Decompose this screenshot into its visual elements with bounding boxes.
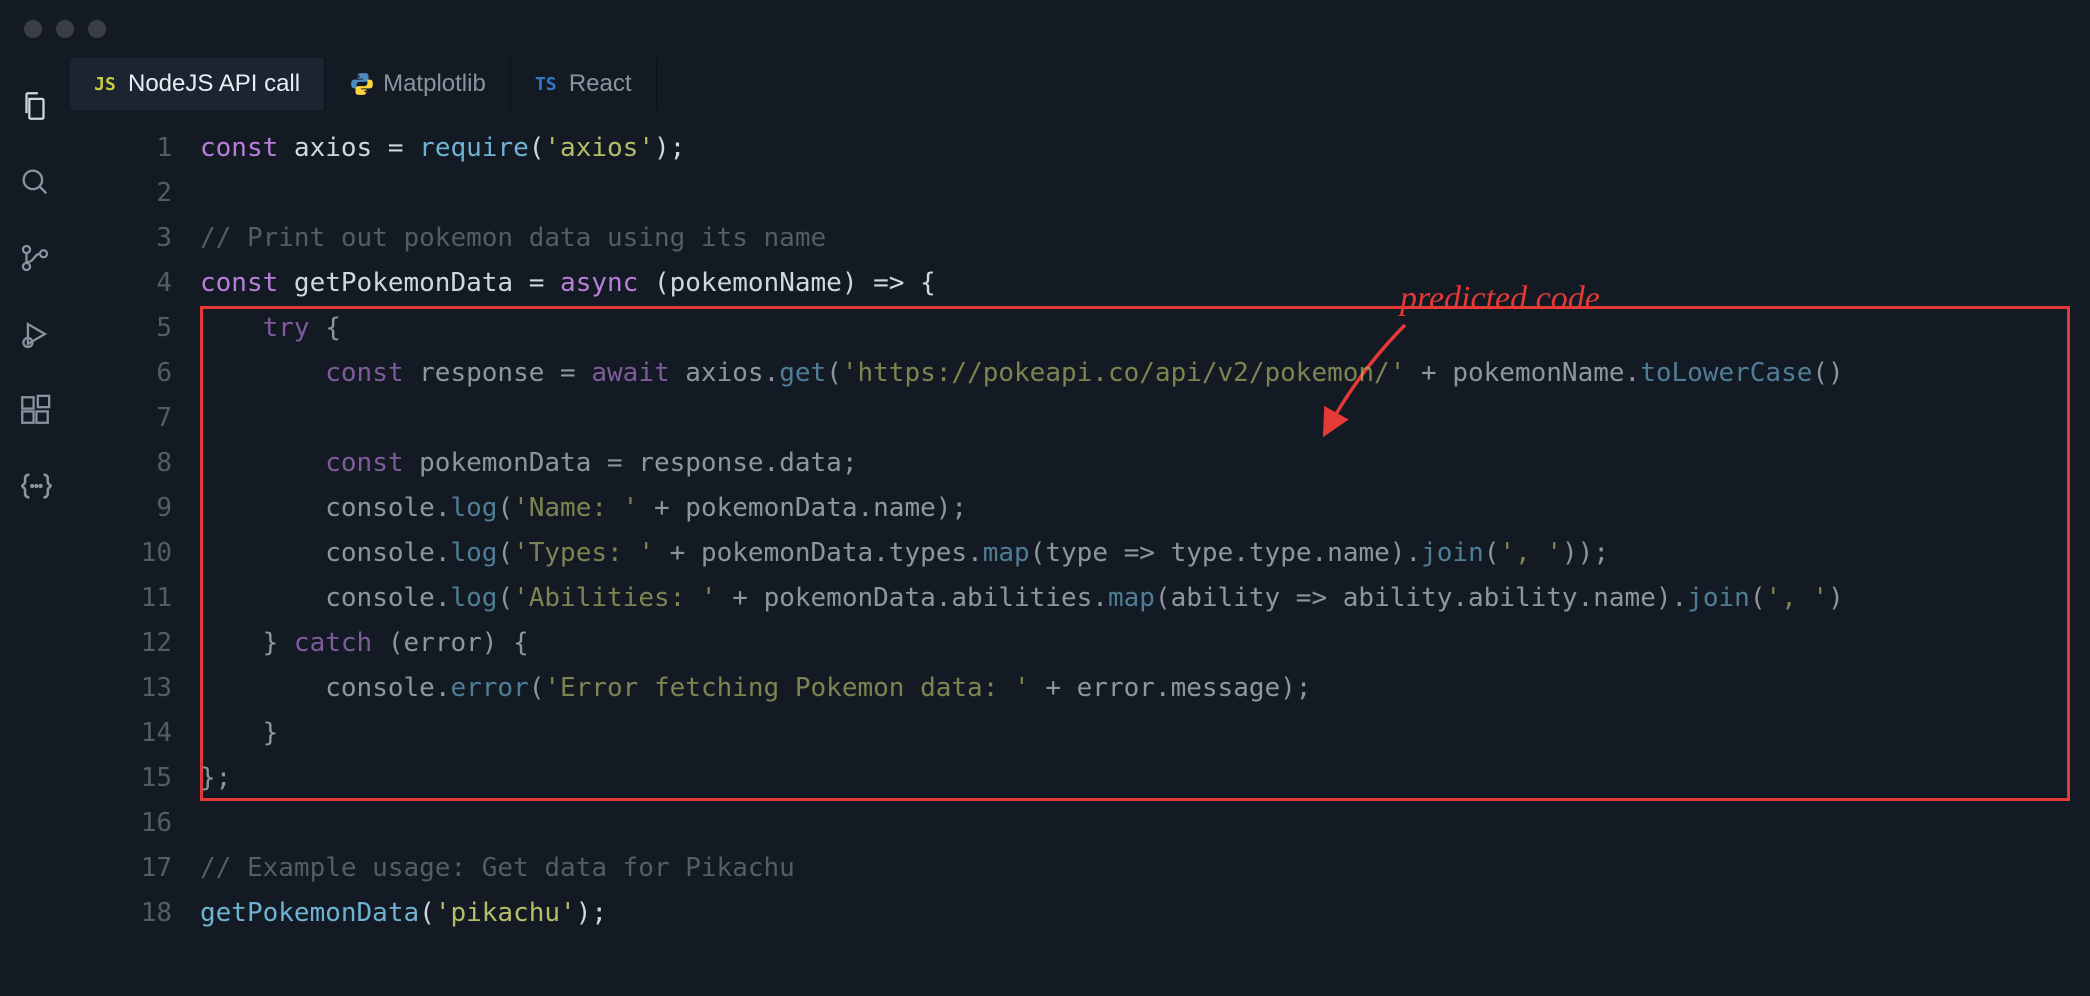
line-content[interactable] [200,801,2090,846]
line-number: 14 [70,711,200,756]
js-file-icon: JS [94,74,116,95]
line-number: 2 [70,171,200,216]
line-number: 9 [70,486,200,531]
line-number: 10 [70,531,200,576]
explorer-icon[interactable] [17,88,53,124]
line-content[interactable]: getPokemonData('pikachu'); [200,891,2090,936]
line-number: 7 [70,396,200,441]
code-line[interactable]: 13 console.error('Error fetching Pokemon… [70,666,2090,711]
line-number: 17 [70,846,200,891]
code-line[interactable]: 12 } catch (error) { [70,621,2090,666]
code-line[interactable]: 11 console.log('Abilities: ' + pokemonDa… [70,576,2090,621]
tab-label: NodeJS API call [128,70,300,98]
line-content[interactable]: try { [200,306,2090,351]
py-file-icon [349,71,371,97]
line-content[interactable]: // Example usage: Get data for Pikachu [200,846,2090,891]
line-content[interactable]: console.log('Abilities: ' + pokemonData.… [200,576,2090,621]
tab-react[interactable]: TS React [511,58,657,110]
line-number: 15 [70,756,200,801]
code-line[interactable]: 9 console.log('Name: ' + pokemonData.nam… [70,486,2090,531]
code-line[interactable]: 14 } [70,711,2090,756]
code-line[interactable]: 2 [70,171,2090,216]
code-line[interactable]: 8 const pokemonData = response.data; [70,441,2090,486]
line-number: 1 [70,126,200,171]
line-content[interactable]: } [200,711,2090,756]
code-line[interactable]: 17// Example usage: Get data for Pikachu [70,846,2090,891]
search-icon[interactable] [17,164,53,200]
window-zoom-button[interactable] [88,20,106,38]
code-line[interactable]: 4const getPokemonData = async (pokemonNa… [70,261,2090,306]
code-editor[interactable]: predicted code 1const axios = require('a… [70,110,2090,996]
line-content[interactable]: }; [200,756,2090,801]
code-line[interactable]: 10 console.log('Types: ' + pokemonData.t… [70,531,2090,576]
line-number: 12 [70,621,200,666]
tab-label: React [569,70,632,98]
line-number: 3 [70,216,200,261]
line-content[interactable]: const getPokemonData = async (pokemonNam… [200,261,2090,306]
window-close-button[interactable] [24,20,42,38]
code-line[interactable]: 1const axios = require('axios'); [70,126,2090,171]
line-number: 4 [70,261,200,306]
tab-nodejs-api-call[interactable]: JS NodeJS API call [70,58,325,110]
line-content[interactable] [200,396,2090,441]
line-content[interactable]: console.log('Name: ' + pokemonData.name)… [200,486,2090,531]
line-content[interactable]: const axios = require('axios'); [200,126,2090,171]
line-number: 5 [70,306,200,351]
body-area: JS NodeJS API call Matplotlib TS React predi… [0,58,2090,996]
code-line[interactable]: 7 [70,396,2090,441]
line-content[interactable]: console.error('Error fetching Pokemon da… [200,666,2090,711]
json-view-icon[interactable] [17,468,53,504]
titlebar [0,0,2090,58]
run-debug-icon[interactable] [17,316,53,352]
editor-area: JS NodeJS API call Matplotlib TS React predi… [70,58,2090,996]
source-control-icon[interactable] [17,240,53,276]
extensions-icon[interactable] [17,392,53,428]
code-line[interactable]: 5 try { [70,306,2090,351]
line-content[interactable]: const pokemonData = response.data; [200,441,2090,486]
window-minimize-button[interactable] [56,20,74,38]
code-line[interactable]: 3// Print out pokemon data using its nam… [70,216,2090,261]
ts-file-icon: TS [535,74,557,95]
line-number: 8 [70,441,200,486]
code-line[interactable]: 15}; [70,756,2090,801]
line-number: 18 [70,891,200,936]
activity-bar [0,58,70,996]
line-content[interactable]: } catch (error) { [200,621,2090,666]
line-content[interactable]: // Print out pokemon data using its name [200,216,2090,261]
line-number: 6 [70,351,200,396]
editor-window: JS NodeJS API call Matplotlib TS React predi… [0,0,2090,996]
tab-matplotlib[interactable]: Matplotlib [325,58,511,110]
tab-bar: JS NodeJS API call Matplotlib TS React [70,58,2090,110]
code-line[interactable]: 6 const response = await axios.get('http… [70,351,2090,396]
line-content[interactable] [200,171,2090,216]
line-number: 16 [70,801,200,846]
tab-label: Matplotlib [383,70,486,98]
code-line[interactable]: 16 [70,801,2090,846]
line-number: 11 [70,576,200,621]
code-line[interactable]: 18getPokemonData('pikachu'); [70,891,2090,936]
line-content[interactable]: const response = await axios.get('https:… [200,351,2090,396]
line-content[interactable]: console.log('Types: ' + pokemonData.type… [200,531,2090,576]
line-number: 13 [70,666,200,711]
